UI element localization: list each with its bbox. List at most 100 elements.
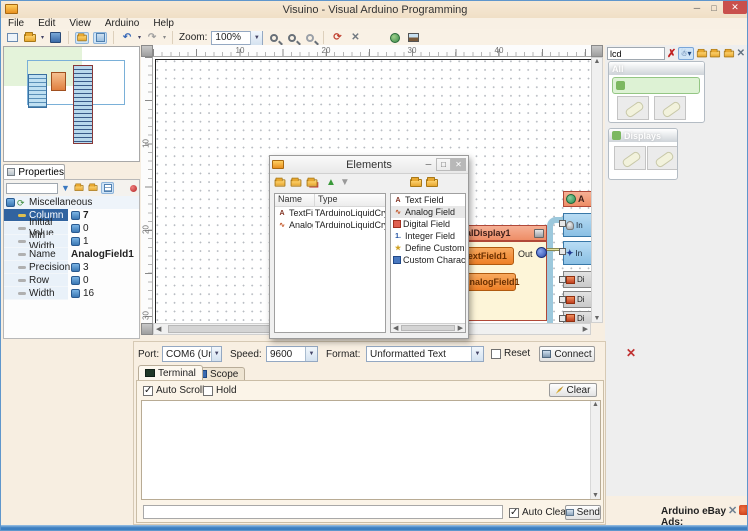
insert-element-icon[interactable] [290,177,302,187]
palette-item[interactable]: Digital Field [391,218,465,230]
format-combobox[interactable]: Unformatted Text ▼ [366,346,484,362]
board-pin-row[interactable]: Di [563,271,591,288]
open-dropdown-icon[interactable]: ▾ [41,34,44,41]
expand-categories-icon[interactable] [409,176,422,187]
pin-connector[interactable] [559,296,566,303]
collapse-all-icon[interactable] [87,182,99,194]
menu-view[interactable]: View [69,18,91,29]
speed-combobox[interactable]: 9600 ▼ [266,346,318,362]
board-pin-row[interactable]: Di [563,291,591,308]
component-thumbnail[interactable] [647,146,677,170]
hold-checkbox[interactable]: Hold [203,385,237,396]
palette-item[interactable]: A Text Field [391,194,465,206]
menu-arduino[interactable]: Arduino [105,18,139,29]
close-button[interactable]: ✕ [723,1,747,14]
property-row[interactable]: Width 16 [4,287,139,300]
redo-icon[interactable]: ↷ [145,32,159,44]
undo-dropdown-icon[interactable]: ▾ [138,34,141,41]
reset-checkbox[interactable]: Reset [491,348,530,359]
tab-terminal[interactable]: Terminal [138,365,203,380]
connection-wizard-icon[interactable]: ✕ [626,346,636,360]
terminal-output[interactable]: ▲ ▼ [141,400,601,500]
move-up-icon[interactable]: ▲ [326,177,336,188]
view-mode-icon[interactable] [101,182,114,194]
column-header-name[interactable]: Name [275,194,315,206]
build-icon[interactable]: ⟳ [330,32,344,44]
pin-icon[interactable] [130,184,137,192]
board-pin-row[interactable]: In [563,213,591,237]
maximize-button[interactable]: □ [706,1,722,14]
board-pin-row[interactable]: ✦ In [563,241,591,265]
expand-all-icon[interactable] [710,48,721,57]
move-down-icon[interactable]: ▼ [340,177,350,188]
zoom-reset-icon[interactable] [303,32,317,44]
palette-item[interactable]: ★Define Custom Chara [391,242,465,254]
elements-palette-list[interactable]: A Text Field ∿ Analog Field Digital Field … [390,193,466,333]
menu-help[interactable]: Help [153,18,174,29]
wizard-icon[interactable]: ✕ [737,48,745,59]
collapse-all-icon[interactable] [723,48,734,57]
wire-blue[interactable] [547,217,563,323]
scroll-down-arrow[interactable]: ▼ [592,315,603,322]
property-row[interactable]: Row 0 [4,274,139,287]
property-row[interactable]: Min Width 1 [4,230,139,252]
pin-connector[interactable] [559,220,566,227]
auto-clear-checkbox[interactable]: Auto Clear [509,507,569,518]
delete-element-icon[interactable] [306,177,318,187]
toolbox-search-input[interactable] [607,47,665,60]
scroll-right-arrow[interactable]: ▶ [581,325,590,333]
scroll-right-arrow[interactable]: ▶ [456,324,465,332]
auto-scroll-checkbox[interactable]: Auto Scroll [143,385,204,396]
ads-logo-icon[interactable] [739,505,747,515]
redo-dropdown-icon[interactable]: ▾ [163,34,166,41]
board-pin-row[interactable]: Di [563,311,591,323]
connect-button[interactable]: Connect [539,346,595,362]
minimize-button[interactable]: ─ [689,1,705,14]
collapse-categories-icon[interactable] [425,176,438,187]
expand-all-icon[interactable] [73,182,85,194]
component-thumbnail[interactable] [617,96,649,120]
terminal-vscrollbar[interactable]: ▲ ▼ [590,401,600,499]
elements-dialog-titlebar[interactable]: Elements ─ □ ✕ [270,156,468,174]
column-header-type[interactable]: Type [315,194,338,206]
scroll-up-arrow[interactable]: ▲ [590,401,601,408]
element-row[interactable]: ∿ Analog... TArduinoLiquidCrystal... [275,219,385,231]
palette-item[interactable]: 1. Integer Field [391,230,465,242]
clear-button[interactable]: Clear [549,383,597,397]
palette-item-selected[interactable]: ∿ Analog Field [391,206,465,218]
pin-connector[interactable] [559,276,566,283]
new-project-icon[interactable] [5,32,19,44]
toolbox-panel-header[interactable]: Displays [609,129,677,142]
pin-connector[interactable] [559,248,566,255]
toggle-grid-icon[interactable] [93,31,108,44]
open-project-icon[interactable] [23,31,37,44]
new-category-icon[interactable] [696,48,707,57]
add-element-icon[interactable] [274,177,286,187]
palette-item[interactable]: Custom Character Fi [391,254,465,266]
matched-category-strip[interactable] [612,77,700,94]
zoom-combobox[interactable]: 100% ▼ [211,30,264,45]
property-row[interactable]: Column 7 [4,209,139,222]
port-combobox[interactable]: COM6 (Unav▼ [162,346,222,362]
zoom-out-icon[interactable] [285,32,299,44]
zoom-in-icon[interactable] [267,32,281,44]
menu-file[interactable]: File [8,18,24,29]
web-icon[interactable] [388,32,402,44]
scroll-left-arrow[interactable]: ◀ [391,324,400,332]
filter-funnel-icon[interactable]: ▼ [60,182,71,194]
properties-filter-input[interactable] [6,182,58,194]
overview-minimap[interactable] [3,46,140,162]
delete-icon[interactable]: ✕ [348,32,362,44]
menu-edit[interactable]: Edit [38,18,55,29]
picture-icon[interactable] [406,32,420,44]
component-thumbnail[interactable] [654,96,686,120]
palette-hscrollbar[interactable]: ◀ ▶ [391,323,465,332]
property-row[interactable]: Name AnalogField1 [4,248,139,261]
tab-properties[interactable]: Properties [3,164,65,179]
undo-icon[interactable]: ↶ [120,32,134,44]
scroll-up-arrow[interactable]: ▲ [592,58,603,65]
wrench-icon[interactable] [534,228,544,238]
property-row[interactable]: Initial Value 0 [4,217,139,239]
scroll-down-arrow[interactable]: ▼ [590,492,601,499]
element-row[interactable]: A TextField1 TArduinoLiquidCrystal... [275,207,385,219]
